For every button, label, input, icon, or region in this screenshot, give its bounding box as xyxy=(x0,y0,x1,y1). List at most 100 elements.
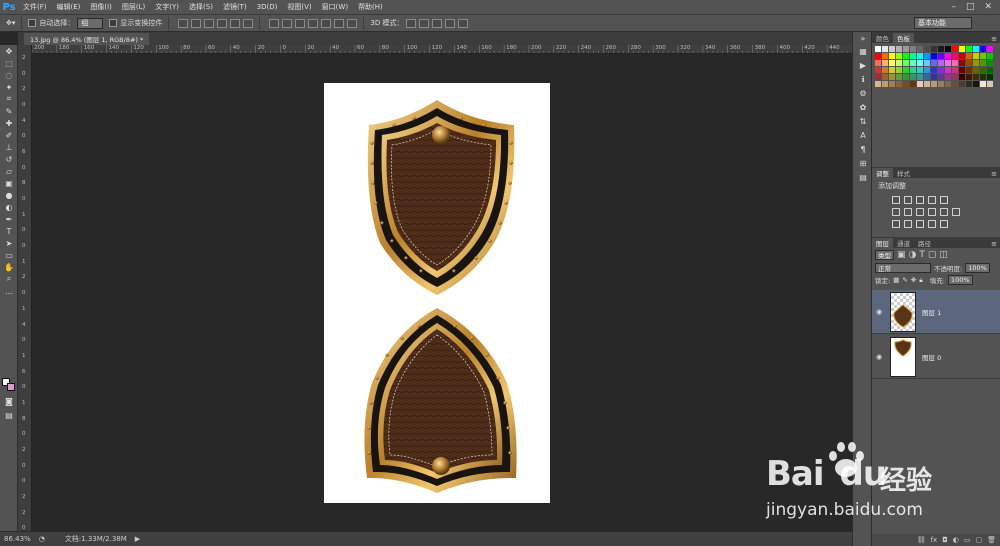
posterize-icon[interactable] xyxy=(904,220,912,228)
new-group-icon[interactable]: ▭ xyxy=(964,536,971,544)
filter-pixel-icon[interactable]: ▣ xyxy=(897,250,906,260)
auto-select-option[interactable]: 自动选择： 组 xyxy=(28,17,104,29)
notes-icon[interactable]: ▤ xyxy=(853,170,873,184)
history-brush-tool-icon[interactable]: ↺ xyxy=(0,153,18,165)
clone-source-icon[interactable]: ⊞ xyxy=(853,156,873,170)
color-swatch[interactable] xyxy=(931,74,937,80)
color-swatch[interactable] xyxy=(945,60,951,66)
color-swatch[interactable] xyxy=(875,67,881,73)
move-tool-icon[interactable]: ✥▾ xyxy=(6,19,15,27)
color-swatch[interactable] xyxy=(917,53,923,59)
invert-icon[interactable] xyxy=(892,220,900,228)
workspace-switcher[interactable]: 基本功能 xyxy=(914,17,972,29)
color-swatch[interactable] xyxy=(952,81,958,87)
visibility-eye-icon[interactable]: ◉ xyxy=(872,353,886,361)
lasso-tool-icon[interactable]: ◌ xyxy=(0,69,18,81)
color-swatch[interactable] xyxy=(945,53,951,59)
menu-file[interactable]: 文件(F) xyxy=(18,2,52,12)
close-icon[interactable]: ✕ xyxy=(984,2,992,12)
dodge-tool-icon[interactable]: ◐ xyxy=(0,201,18,213)
menu-select[interactable]: 选择(S) xyxy=(184,2,218,12)
color-swatch[interactable] xyxy=(910,53,916,59)
blur-tool-icon[interactable]: ● xyxy=(0,189,18,201)
pen-tool-icon[interactable]: ✒ xyxy=(0,213,18,225)
quick-select-tool-icon[interactable]: ✦ xyxy=(0,81,18,93)
tab-swatches[interactable]: 色板 xyxy=(893,33,914,43)
color-swatch[interactable] xyxy=(875,74,881,80)
threshold-icon[interactable] xyxy=(916,220,924,228)
color-swatch[interactable] xyxy=(980,74,986,80)
color-swatch[interactable] xyxy=(882,81,888,87)
lock-move-icon[interactable]: ✥ xyxy=(911,276,916,284)
menu-image[interactable]: 图像(I) xyxy=(85,2,117,12)
color-swatch[interactable] xyxy=(896,74,902,80)
menu-3d[interactable]: 3D(D) xyxy=(252,3,283,11)
color-swatch[interactable] xyxy=(966,74,972,80)
color-swatch[interactable] xyxy=(924,81,930,87)
photo-filter-icon[interactable] xyxy=(928,208,936,216)
color-swatch[interactable] xyxy=(987,53,993,59)
color-lookup-icon[interactable] xyxy=(952,208,960,216)
color-swatch[interactable] xyxy=(966,81,972,87)
color-swatch[interactable] xyxy=(945,67,951,73)
maximize-icon[interactable]: □ xyxy=(966,2,975,12)
levels-icon[interactable] xyxy=(904,196,912,204)
color-swatch[interactable] xyxy=(875,81,881,87)
character-icon[interactable]: A xyxy=(853,128,873,142)
auto-select-checkbox[interactable] xyxy=(28,19,37,27)
paragraph-icon[interactable]: ¶ xyxy=(853,142,873,156)
distribute-top-icon[interactable] xyxy=(269,18,280,28)
distribute-left-icon[interactable] xyxy=(308,18,319,28)
color-swatch[interactable] xyxy=(896,46,902,52)
info-icon[interactable]: ℹ xyxy=(853,72,873,86)
marquee-tool-icon[interactable]: ⬚ xyxy=(0,57,18,69)
color-swatch[interactable] xyxy=(959,60,965,66)
color-swatch[interactable] xyxy=(938,46,944,52)
color-swatch[interactable] xyxy=(973,74,979,80)
color-swatch[interactable] xyxy=(910,74,916,80)
eraser-tool-icon[interactable]: ▱ xyxy=(0,165,18,177)
align-left-icon[interactable] xyxy=(217,18,228,28)
hue-saturation-icon[interactable] xyxy=(892,208,900,216)
history-icon[interactable]: ▦ xyxy=(853,44,873,58)
color-swatch[interactable] xyxy=(924,60,930,66)
selective-color-icon[interactable] xyxy=(940,220,948,228)
channel-mixer-icon[interactable] xyxy=(940,208,948,216)
color-swatch[interactable] xyxy=(959,81,965,87)
color-swatch[interactable] xyxy=(952,46,958,52)
lock-all-icon[interactable]: 🔒︎ xyxy=(919,276,922,285)
align-bottom-icon[interactable] xyxy=(204,18,215,28)
move-tool-icon[interactable]: ✥ xyxy=(0,45,18,57)
color-swatch[interactable] xyxy=(980,46,986,52)
filter-adjust-icon[interactable]: ◑ xyxy=(909,250,917,260)
color-swatch[interactable] xyxy=(889,67,895,73)
minimize-icon[interactable]: – xyxy=(951,2,956,12)
color-swatch[interactable] xyxy=(938,60,944,66)
3d-rotate-icon[interactable] xyxy=(406,18,417,28)
color-balance-icon[interactable] xyxy=(904,208,912,216)
color-swatch[interactable] xyxy=(931,60,937,66)
color-swatch[interactable] xyxy=(938,81,944,87)
menu-filter[interactable]: 滤镜(T) xyxy=(218,2,252,12)
3d-slide-icon[interactable] xyxy=(445,18,456,28)
panel-menu-icon[interactable]: ≡ xyxy=(991,240,1000,248)
show-transform-option[interactable]: 显示变换控件 xyxy=(109,18,162,28)
brush-tool-icon[interactable]: ✐ xyxy=(0,129,18,141)
color-swatch[interactable] xyxy=(980,81,986,87)
fill-input[interactable]: 100% xyxy=(947,275,973,285)
color-swatch[interactable] xyxy=(882,53,888,59)
color-swatch[interactable] xyxy=(973,60,979,66)
filter-type-icon[interactable]: T xyxy=(919,250,925,260)
tab-styles[interactable]: 样式 xyxy=(893,168,914,178)
color-swatch[interactable] xyxy=(952,74,958,80)
color-swatch[interactable] xyxy=(973,67,979,73)
color-swatch[interactable] xyxy=(917,46,923,52)
color-swatch[interactable] xyxy=(938,53,944,59)
canvas-area[interactable] xyxy=(32,54,852,531)
tab-adjustments[interactable]: 调整 xyxy=(872,168,893,178)
layer-style-icon[interactable]: fx xyxy=(931,536,938,544)
color-swatch[interactable] xyxy=(910,67,916,73)
menu-type[interactable]: 文字(Y) xyxy=(150,2,184,12)
color-swatch[interactable] xyxy=(959,46,965,52)
layer-row[interactable]: ◉ 图层 1 xyxy=(872,290,1000,334)
